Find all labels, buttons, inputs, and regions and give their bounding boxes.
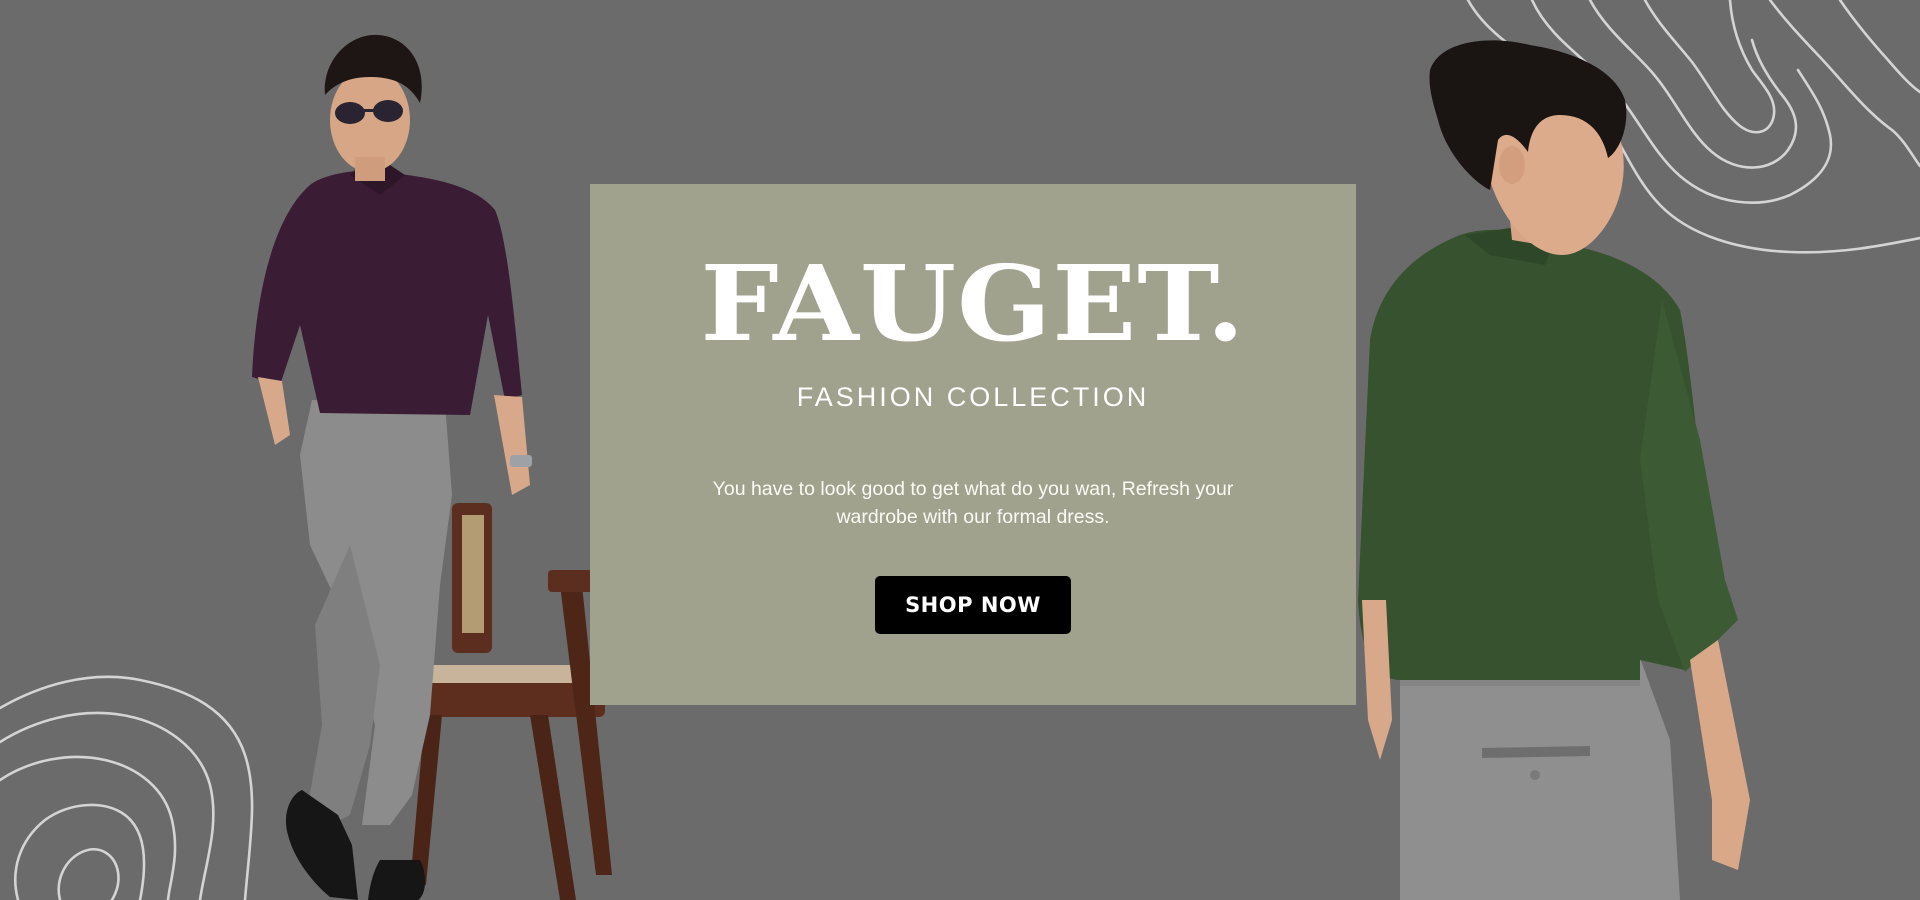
promo-description: You have to look good to get what do you… bbox=[712, 478, 1234, 528]
promo-card: FAUGET. FASHION COLLECTION You have to l… bbox=[590, 184, 1356, 705]
model-purple-shirt-image bbox=[230, 25, 640, 900]
model-green-shirt-image bbox=[1340, 40, 1780, 900]
collection-subtitle: FASHION COLLECTION bbox=[796, 382, 1150, 412]
shop-now-button[interactable]: SHOP NOW bbox=[875, 576, 1071, 634]
brand-title: FAUGET. bbox=[700, 242, 1246, 365]
hero-banner: FAUGET. FASHION COLLECTION You have to l… bbox=[0, 0, 1920, 900]
